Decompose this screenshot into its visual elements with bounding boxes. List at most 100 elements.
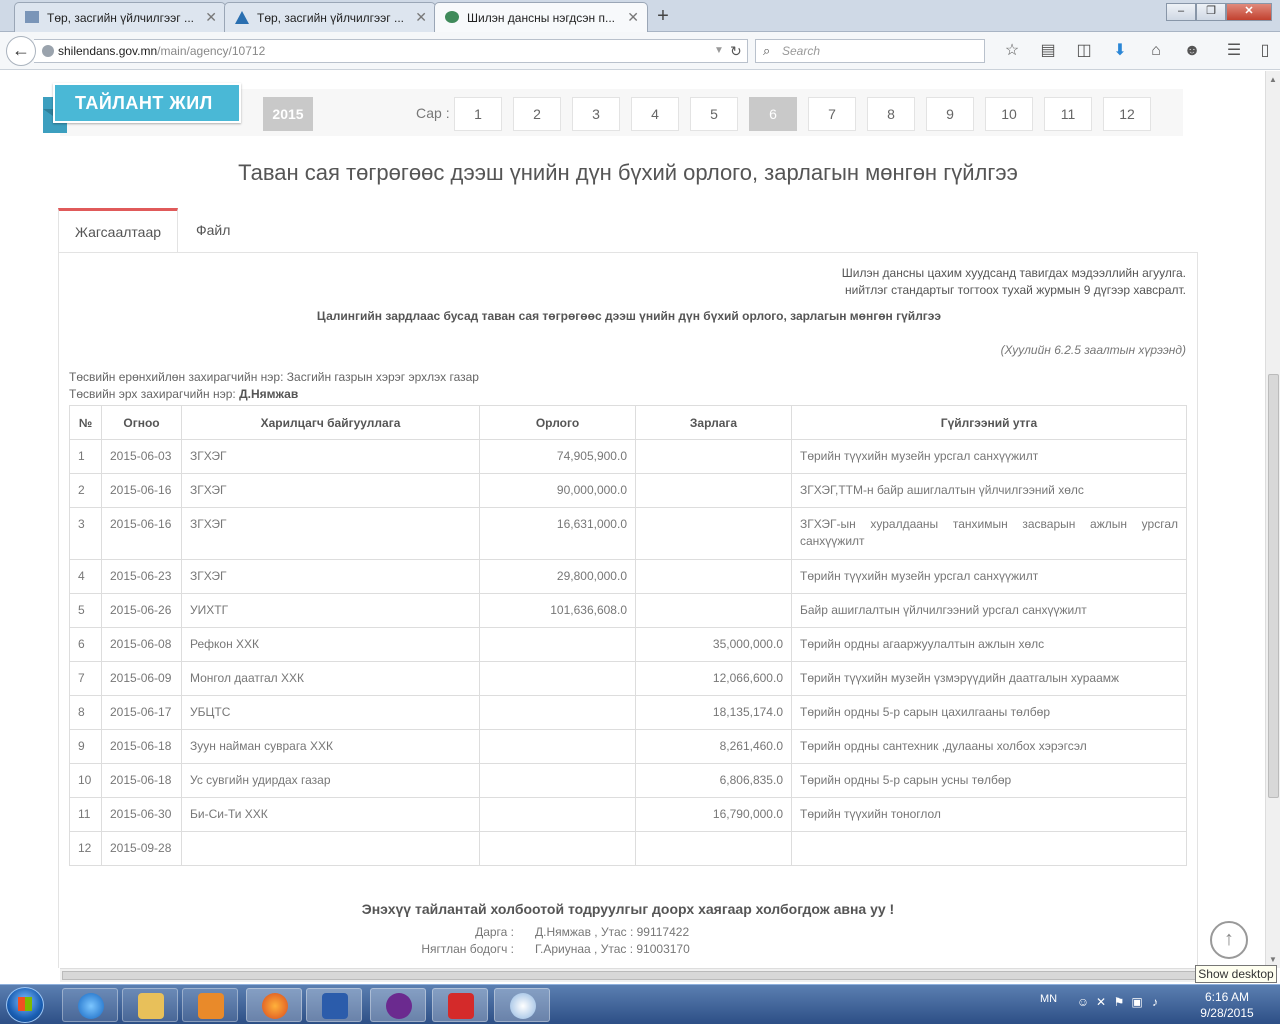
- close-tab-icon[interactable]: ✕: [627, 9, 639, 26]
- back-button[interactable]: ←: [6, 36, 36, 66]
- year-button[interactable]: 2015: [263, 97, 313, 131]
- url-text[interactable]: shilendans.gov.mn/main/agency/10712: [58, 40, 265, 62]
- bookmark-star-icon[interactable]: ☆: [994, 40, 1030, 62]
- firefox-icon: [262, 993, 288, 1019]
- month-button-4[interactable]: 4: [631, 97, 679, 131]
- cell-counterparty: ЗГХЭГ: [181, 559, 480, 594]
- cell-description: Төрийн түүхийн музейн үзмэрүүдийн даатга…: [791, 661, 1187, 696]
- month-button-1[interactable]: 1: [454, 97, 502, 131]
- cell-income: 90,000,000.0: [479, 473, 636, 508]
- pocket-icon[interactable]: ◫: [1066, 40, 1102, 62]
- cell-description: Төрийн түүхийн музейн урсгал санхүүжилт: [791, 439, 1187, 474]
- smiley-tray-icon[interactable]: ☺: [1074, 995, 1092, 1009]
- table-row: 11 2015-06-30 Би-Си-Ти ХХК 16,790,000.0 Төри…: [69, 797, 1187, 832]
- close-window-button[interactable]: ✕: [1226, 3, 1272, 21]
- cell-number: 12: [69, 831, 102, 866]
- cell-number: 6: [69, 627, 102, 662]
- new-tab-button[interactable]: +: [650, 4, 676, 28]
- month-button-11[interactable]: 11: [1044, 97, 1092, 131]
- col-income: Орлого: [479, 405, 636, 440]
- kaspersky-taskbar-icon[interactable]: [432, 988, 488, 1022]
- cell-expense: 18,135,174.0: [635, 695, 792, 730]
- browser-tab-2[interactable]: Төр, засгийн үйлчилгээг ... ✕: [224, 2, 436, 32]
- word-icon: [322, 993, 348, 1019]
- reading-list-icon[interactable]: ▤: [1030, 40, 1066, 62]
- close-tab-icon[interactable]: ✕: [415, 9, 427, 26]
- cell-description: ЗГХЭГ-ын хуралдааны танхимын засварын аж…: [791, 507, 1187, 560]
- url-path: /main/agency/10712: [157, 44, 266, 58]
- search-input[interactable]: ⌕ Search: [755, 39, 985, 63]
- browser-tab-1[interactable]: Төр, засгийн үйлчилгээг ... ✕: [14, 2, 226, 32]
- language-indicator[interactable]: MN: [1040, 993, 1057, 1005]
- month-button-8[interactable]: 8: [867, 97, 915, 131]
- cell-income: 74,905,900.0: [479, 439, 636, 474]
- home-icon[interactable]: ⌂: [1138, 40, 1174, 62]
- word-taskbar-icon[interactable]: [306, 988, 362, 1022]
- globe-icon: [42, 45, 54, 57]
- network-tray-icon[interactable]: ▣: [1128, 995, 1146, 1009]
- cell-number: 11: [69, 797, 102, 832]
- maximize-button[interactable]: ❐: [1196, 3, 1226, 21]
- windows-taskbar: MN ☺ ✕ ⚑ ▣ ♪ 6:16 AM 9/28/2015: [0, 984, 1280, 1024]
- download-icon[interactable]: ⬇: [1102, 40, 1138, 62]
- cell-description: Төрийн түүхийн тоноглол: [791, 797, 1187, 832]
- month-button-9[interactable]: 9: [926, 97, 974, 131]
- web-page: ТАЙЛАНТ ЖИЛ 2015 Сар : 1 2 3 4 5 6 7 8 9 10 11 12 Т…: [0, 71, 1265, 968]
- vertical-scrollbar[interactable]: ▲ ▼: [1265, 71, 1280, 968]
- cell-counterparty: УИХТГ: [181, 593, 480, 628]
- sidebar-icon[interactable]: ▯: [1252, 40, 1278, 62]
- minimize-button[interactable]: ‒: [1166, 3, 1196, 21]
- scroll-up-icon[interactable]: ▲: [1269, 75, 1277, 84]
- cell-counterparty: Монгол даатгал ХХК: [181, 661, 480, 696]
- month-button-12[interactable]: 12: [1103, 97, 1151, 131]
- cell-counterparty: ЗГХЭГ: [181, 439, 480, 474]
- explorer-taskbar-icon[interactable]: [122, 988, 178, 1022]
- media-player-taskbar-icon[interactable]: [182, 988, 238, 1022]
- flag-tray-icon[interactable]: ⚑: [1110, 995, 1128, 1009]
- month-button-3[interactable]: 3: [572, 97, 620, 131]
- general-manager-value: Засгийн газрын хэрэг эрхлэх газар: [286, 370, 479, 384]
- page-title: Таван сая төгрөгөөс дээш үнийн дүн бүхий…: [238, 160, 1018, 185]
- start-button[interactable]: [6, 987, 44, 1023]
- paint-taskbar-icon[interactable]: [494, 988, 550, 1022]
- internet-explorer-taskbar-icon[interactable]: [62, 988, 118, 1022]
- scroll-down-icon[interactable]: ▼: [1269, 955, 1277, 964]
- cell-expense: 12,066,600.0: [635, 661, 792, 696]
- tab-list[interactable]: Жагсаалтаар: [58, 208, 178, 252]
- tab-file[interactable]: Файл: [180, 208, 246, 252]
- col-counterparty: Харилцагч байгууллага: [181, 405, 480, 440]
- month-button-10[interactable]: 10: [985, 97, 1033, 131]
- month-button-2[interactable]: 2: [513, 97, 561, 131]
- cell-expense: [635, 593, 792, 628]
- address-bar[interactable]: shilendans.gov.mn/main/agency/10712 ▼ ↻: [34, 39, 748, 63]
- cell-date: 2015-06-26: [101, 593, 182, 628]
- volume-tray-icon[interactable]: ♪: [1146, 995, 1164, 1009]
- col-date: Огноо: [101, 405, 182, 440]
- month-button-7[interactable]: 7: [808, 97, 856, 131]
- url-dropdown-icon[interactable]: ▼: [714, 40, 724, 62]
- system-clock[interactable]: 6:16 AM 9/28/2015: [1192, 989, 1262, 1021]
- scroll-to-top-button[interactable]: ↑: [1210, 921, 1248, 959]
- contact-title: Энэхүү тайлантай холбоотой тодруулгыг до…: [361, 901, 895, 917]
- chat-icon[interactable]: ☻: [1174, 40, 1210, 62]
- cell-number: 1: [69, 439, 102, 474]
- contact-details: Д.Нямжав , Утас : 99117422: [535, 925, 690, 939]
- cell-expense: [635, 507, 792, 560]
- browser-tab-3[interactable]: Шилэн дансны нэгдсэн п... ✕: [434, 2, 648, 32]
- cell-number: 3: [69, 507, 102, 560]
- horizontal-scrollbar[interactable]: [60, 968, 1265, 982]
- month-button-5[interactable]: 5: [690, 97, 738, 131]
- yahoo-messenger-taskbar-icon[interactable]: [370, 988, 426, 1022]
- vertical-scroll-thumb[interactable]: [1268, 374, 1279, 798]
- cell-income: [479, 695, 636, 730]
- close-tab-icon[interactable]: ✕: [205, 9, 217, 26]
- clock-date: 9/28/2015: [1200, 1006, 1254, 1020]
- reload-icon[interactable]: ↻: [730, 40, 742, 62]
- contact-row: Нягтлан бодогч : Г.Ариунаа , Утас : 9100…: [0, 941, 1256, 958]
- horizontal-scroll-thumb[interactable]: [62, 971, 1247, 980]
- menu-icon[interactable]: ☰: [1216, 40, 1252, 62]
- month-button-6[interactable]: 6: [749, 97, 797, 131]
- firefox-taskbar-icon[interactable]: [246, 988, 302, 1022]
- antivirus-tray-icon[interactable]: ✕: [1092, 995, 1110, 1009]
- search-icon: ⌕: [763, 43, 771, 58]
